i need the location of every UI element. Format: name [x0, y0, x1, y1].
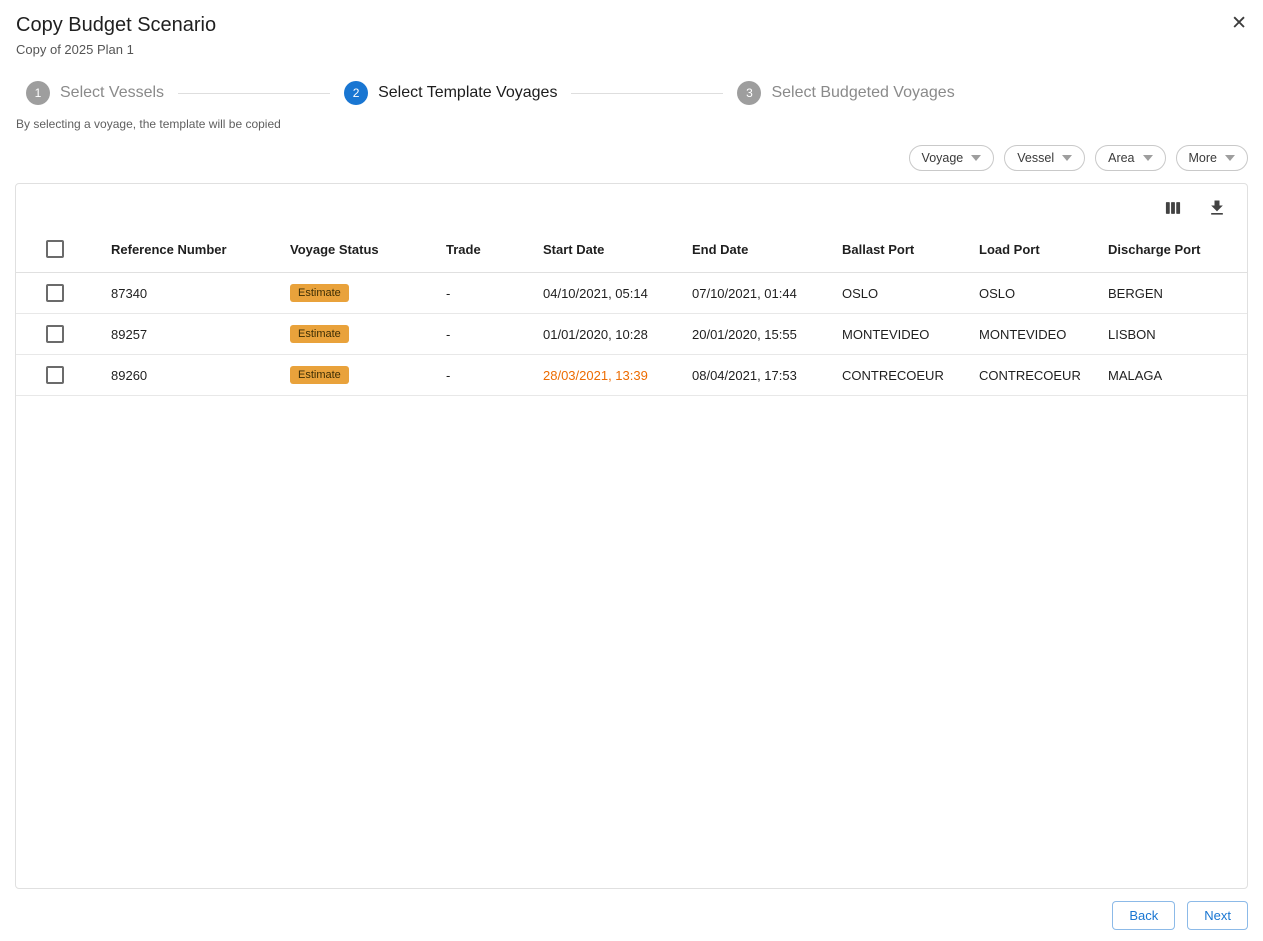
cell-start-date: 28/03/2021, 13:39: [543, 355, 692, 396]
cell-reference-number: 87340: [111, 273, 290, 314]
cell-load-port: MONTEVIDEO: [979, 314, 1108, 355]
filter-vessel[interactable]: Vessel: [1004, 145, 1085, 171]
select-all-checkbox[interactable]: [46, 240, 64, 258]
column-header-ballast-port: Ballast Port: [842, 222, 979, 273]
chevron-down-icon: [971, 155, 981, 161]
chevron-down-icon: [1062, 155, 1072, 161]
download-icon[interactable]: [1207, 198, 1227, 218]
cell-end-date: 07/10/2021, 01:44: [692, 273, 842, 314]
voyage-table-card: Reference Number Voyage Status Trade Sta…: [15, 183, 1248, 889]
table-row: 87340 Estimate - 04/10/2021, 05:14 07/10…: [16, 273, 1247, 314]
page-title: Copy Budget Scenario: [16, 12, 1247, 38]
column-header-end-date: End Date: [692, 222, 842, 273]
table-row: 89260 Estimate - 28/03/2021, 13:39 08/04…: [16, 355, 1247, 396]
columns-icon[interactable]: [1163, 198, 1183, 218]
table-row: 89257 Estimate - 01/01/2020, 10:28 20/01…: [16, 314, 1247, 355]
stepper: 1 Select Vessels 2 Select Template Voyag…: [26, 81, 1263, 105]
status-badge: Estimate: [290, 325, 349, 343]
filter-label: Voyage: [922, 151, 964, 165]
cell-reference-number: 89260: [111, 355, 290, 396]
status-badge: Estimate: [290, 284, 349, 302]
column-header-load-port: Load Port: [979, 222, 1108, 273]
step-select-template-voyages[interactable]: 2 Select Template Voyages: [344, 81, 557, 105]
next-button[interactable]: Next: [1187, 901, 1248, 930]
cell-load-port: OSLO: [979, 273, 1108, 314]
filter-bar: Voyage Vessel Area More: [0, 145, 1248, 171]
filter-label: More: [1189, 151, 1217, 165]
column-header-reference-number: Reference Number: [111, 222, 290, 273]
step-label: Select Budgeted Voyages: [771, 84, 954, 102]
filter-label: Area: [1108, 151, 1134, 165]
close-icon[interactable]: ✕: [1229, 12, 1249, 36]
filter-voyage[interactable]: Voyage: [909, 145, 995, 171]
cell-end-date: 20/01/2020, 15:55: [692, 314, 842, 355]
step-label: Select Template Voyages: [378, 84, 557, 102]
step-number-badge: 2: [344, 81, 368, 105]
step-select-budgeted-voyages[interactable]: 3 Select Budgeted Voyages: [737, 81, 954, 105]
cell-discharge-port: BERGEN: [1108, 273, 1247, 314]
filter-more[interactable]: More: [1176, 145, 1248, 171]
column-header-start-date: Start Date: [543, 222, 692, 273]
cell-end-date: 08/04/2021, 17:53: [692, 355, 842, 396]
hint-text: By selecting a voyage, the template will…: [16, 117, 1263, 131]
cell-trade: -: [446, 355, 543, 396]
page-subtitle: Copy of 2025 Plan 1: [16, 42, 1247, 57]
chevron-down-icon: [1225, 155, 1235, 161]
dialog-header: Copy Budget Scenario Copy of 2025 Plan 1…: [0, 0, 1263, 57]
step-select-vessels[interactable]: 1 Select Vessels: [26, 81, 164, 105]
step-number-badge: 1: [26, 81, 50, 105]
filter-label: Vessel: [1017, 151, 1054, 165]
dialog-footer: Back Next: [0, 901, 1248, 930]
cell-ballast-port: OSLO: [842, 273, 979, 314]
row-checkbox[interactable]: [46, 366, 64, 384]
cell-ballast-port: MONTEVIDEO: [842, 314, 979, 355]
table-toolbar: [16, 184, 1247, 222]
step-connector: [178, 93, 330, 94]
step-number-badge: 3: [737, 81, 761, 105]
cell-ballast-port: CONTRECOEUR: [842, 355, 979, 396]
table-header-row: Reference Number Voyage Status Trade Sta…: [16, 222, 1247, 273]
back-button[interactable]: Back: [1112, 901, 1175, 930]
row-checkbox[interactable]: [46, 284, 64, 302]
status-badge: Estimate: [290, 366, 349, 384]
cell-trade: -: [446, 273, 543, 314]
voyages-table: Reference Number Voyage Status Trade Sta…: [16, 222, 1247, 396]
step-connector: [571, 93, 723, 94]
cell-discharge-port: LISBON: [1108, 314, 1247, 355]
cell-trade: -: [446, 314, 543, 355]
column-header-trade: Trade: [446, 222, 543, 273]
cell-reference-number: 89257: [111, 314, 290, 355]
cell-start-date: 01/01/2020, 10:28: [543, 314, 692, 355]
filter-area[interactable]: Area: [1095, 145, 1165, 171]
column-header-voyage-status: Voyage Status: [290, 222, 446, 273]
column-header-discharge-port: Discharge Port: [1108, 222, 1247, 273]
cell-load-port: CONTRECOEUR: [979, 355, 1108, 396]
chevron-down-icon: [1143, 155, 1153, 161]
cell-discharge-port: MALAGA: [1108, 355, 1247, 396]
row-checkbox[interactable]: [46, 325, 64, 343]
cell-start-date: 04/10/2021, 05:14: [543, 273, 692, 314]
step-label: Select Vessels: [60, 84, 164, 102]
